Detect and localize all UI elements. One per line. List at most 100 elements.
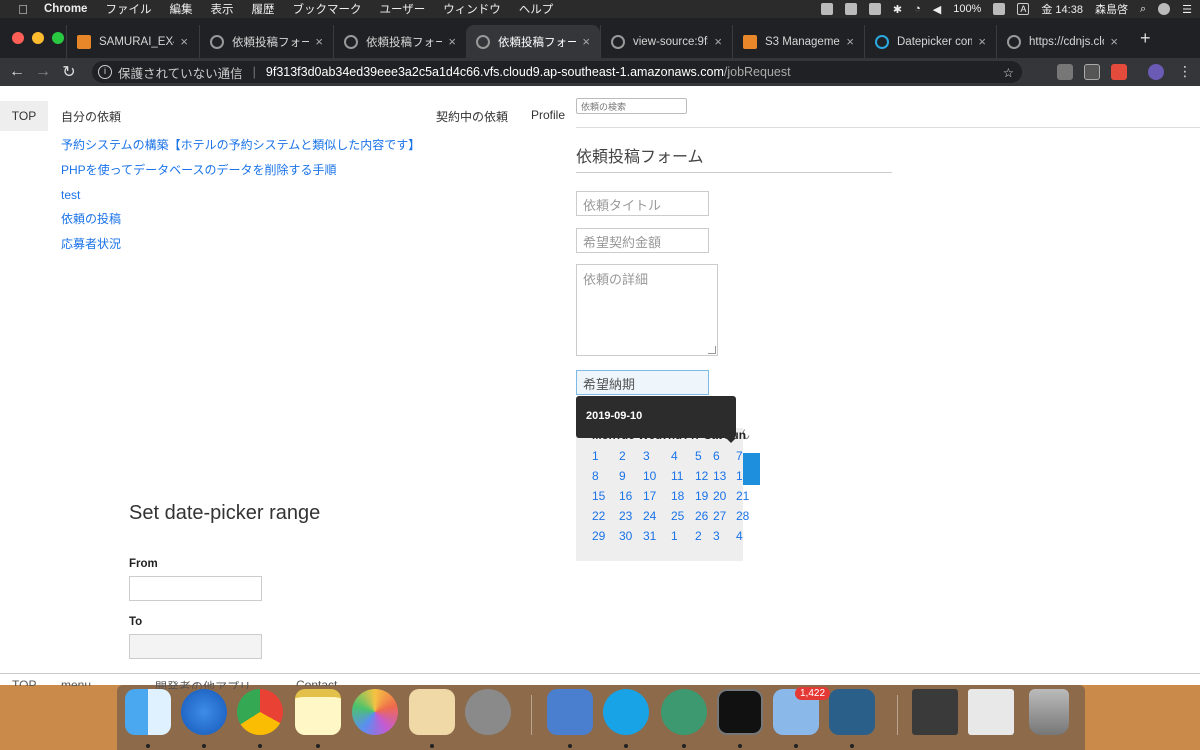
- menu-bookmarks[interactable]: ブックマーク: [292, 1, 361, 17]
- menu-file[interactable]: ファイル: [105, 1, 151, 17]
- apple-menu-icon[interactable]: : [14, 2, 32, 17]
- close-tab-icon[interactable]: ×: [978, 34, 986, 49]
- close-window-icon[interactable]: [12, 32, 24, 44]
- close-tab-icon[interactable]: ×: [1110, 34, 1118, 49]
- calendar-day[interactable]: 21: [736, 489, 749, 503]
- calendar-day[interactable]: 5: [695, 449, 702, 463]
- wifi-icon[interactable]: ◔: [914, 3, 921, 15]
- calendar-day[interactable]: 13: [713, 469, 726, 483]
- menu-history[interactable]: 履歴: [251, 1, 274, 17]
- close-tab-icon[interactable]: ×: [315, 34, 323, 49]
- tab-datepicker[interactable]: Datepicker comp×: [864, 25, 996, 58]
- footer-menu[interactable]: menu: [61, 678, 91, 686]
- request-search-input[interactable]: 依頼の検索: [576, 98, 687, 114]
- calendar-day[interactable]: 15: [592, 489, 605, 503]
- volume-icon[interactable]: ◀: [933, 3, 941, 16]
- trash-icon[interactable]: [1029, 689, 1069, 735]
- safari-icon[interactable]: [181, 689, 227, 735]
- calendar-day[interactable]: 25: [671, 509, 684, 523]
- clock[interactable]: 金 14:38: [1041, 1, 1083, 17]
- atom-icon[interactable]: [661, 689, 707, 735]
- bluetooth-icon[interactable]: ✱: [893, 3, 902, 16]
- calendar-day[interactable]: 1: [671, 529, 678, 543]
- tab-view-source[interactable]: view-source:9f3 ×: [600, 25, 732, 58]
- menu-chrome[interactable]: Chrome: [44, 3, 87, 15]
- extension-cast-icon[interactable]: [1057, 64, 1073, 80]
- tab-job-form-2[interactable]: 依頼投稿フォーム×: [333, 25, 466, 58]
- calendar-day[interactable]: 22: [592, 509, 605, 523]
- back-icon[interactable]: ←: [4, 63, 30, 81]
- chrome-icon[interactable]: [237, 689, 283, 735]
- calendar-day[interactable]: 9: [619, 469, 626, 483]
- terminal-icon[interactable]: [717, 689, 763, 735]
- calendar-day[interactable]: 10: [643, 469, 656, 483]
- spotlight-icon[interactable]: ⌕: [1140, 3, 1146, 16]
- bookmark-star-icon[interactable]: ☆: [1003, 65, 1014, 80]
- reload-icon[interactable]: ↻: [56, 62, 82, 82]
- battery-icon[interactable]: [993, 3, 1006, 15]
- menu-window[interactable]: ウィンドウ: [443, 1, 501, 17]
- minimized-window-icon[interactable]: [968, 689, 1014, 735]
- calendar-day[interactable]: 24: [643, 509, 656, 523]
- calendar-day[interactable]: 20: [713, 489, 726, 503]
- request-detail-textarea[interactable]: 依頼の詳細: [576, 264, 718, 356]
- from-date-input[interactable]: [129, 576, 262, 601]
- nav-my-requests[interactable]: 自分の依頼: [61, 108, 121, 125]
- battery-percent[interactable]: 100%: [953, 3, 981, 15]
- profile-avatar[interactable]: [1148, 64, 1164, 80]
- close-tab-icon[interactable]: ×: [846, 34, 854, 49]
- finder-icon[interactable]: [125, 689, 171, 735]
- sidebar-link-php-delete[interactable]: PHPを使ってデータベースのデータを削除する手順: [61, 161, 420, 186]
- menu-help[interactable]: ヘルプ: [519, 1, 554, 17]
- calendar-day[interactable]: 2: [695, 529, 702, 543]
- calendar-day[interactable]: 4: [736, 529, 743, 543]
- calendar-day[interactable]: 16: [619, 489, 632, 503]
- calendar-day[interactable]: 2: [619, 449, 626, 463]
- footer-top[interactable]: TOP: [12, 678, 36, 686]
- calendar-day[interactable]: 31: [643, 529, 656, 543]
- calendar-day[interactable]: 7: [736, 449, 743, 463]
- calendar-day[interactable]: 26: [695, 509, 708, 523]
- deadline-input[interactable]: 希望納期: [576, 370, 709, 395]
- calendar-day[interactable]: 3: [713, 529, 720, 543]
- skype-status-icon[interactable]: [844, 3, 857, 15]
- request-title-input[interactable]: 依頼タイトル: [576, 191, 709, 216]
- skype-icon[interactable]: [603, 689, 649, 735]
- calendar-day[interactable]: 19: [695, 489, 708, 503]
- zoom-window-icon[interactable]: [52, 32, 64, 44]
- tab-s3[interactable]: S3 Management×: [732, 25, 864, 58]
- calendar-day[interactable]: 3: [643, 449, 650, 463]
- calendar-day[interactable]: 1: [592, 449, 599, 463]
- menu-user[interactable]: ユーザー: [379, 1, 425, 17]
- extension-qr-icon[interactable]: [1111, 64, 1127, 80]
- nav-profile[interactable]: Profile: [531, 108, 565, 122]
- minimize-window-icon[interactable]: [32, 32, 44, 44]
- preview-icon[interactable]: [409, 689, 455, 735]
- notification-center-icon[interactable]: ☰: [1182, 3, 1192, 16]
- chrome-menu-icon[interactable]: ⋮: [1178, 63, 1192, 80]
- nav-top[interactable]: TOP: [0, 101, 48, 131]
- forward-icon[interactable]: →: [30, 63, 56, 81]
- calendar-day[interactable]: 11: [671, 469, 683, 483]
- sidebar-link-post-request[interactable]: 依頼の投稿: [61, 210, 420, 235]
- close-tab-icon[interactable]: ×: [582, 34, 590, 49]
- calendar-day[interactable]: 17: [643, 489, 656, 503]
- calendar-day[interactable]: 28: [736, 509, 749, 523]
- notes-icon[interactable]: [295, 689, 341, 735]
- mysql-workbench-icon[interactable]: [829, 689, 875, 735]
- menu-view[interactable]: 表示: [210, 1, 233, 17]
- calendar-day[interactable]: 23: [619, 509, 632, 523]
- close-tab-icon[interactable]: ×: [714, 34, 722, 49]
- menu-edit[interactable]: 編集: [169, 1, 192, 17]
- extension-screen-icon[interactable]: [1084, 64, 1100, 80]
- tab-cdnjs[interactable]: https://cdnjs.clou×: [996, 25, 1128, 58]
- close-tab-icon[interactable]: ×: [180, 34, 188, 49]
- close-tab-icon[interactable]: ×: [448, 34, 456, 49]
- contract-amount-input[interactable]: 希望契約金額: [576, 228, 709, 253]
- calendar-day[interactable]: 27: [713, 509, 726, 523]
- calendar-day[interactable]: 8: [592, 469, 599, 483]
- xcode-icon[interactable]: [547, 689, 593, 735]
- input-source[interactable]: A: [1017, 3, 1030, 15]
- sidebar-link-test[interactable]: test: [61, 186, 420, 211]
- to-date-input[interactable]: [129, 634, 262, 659]
